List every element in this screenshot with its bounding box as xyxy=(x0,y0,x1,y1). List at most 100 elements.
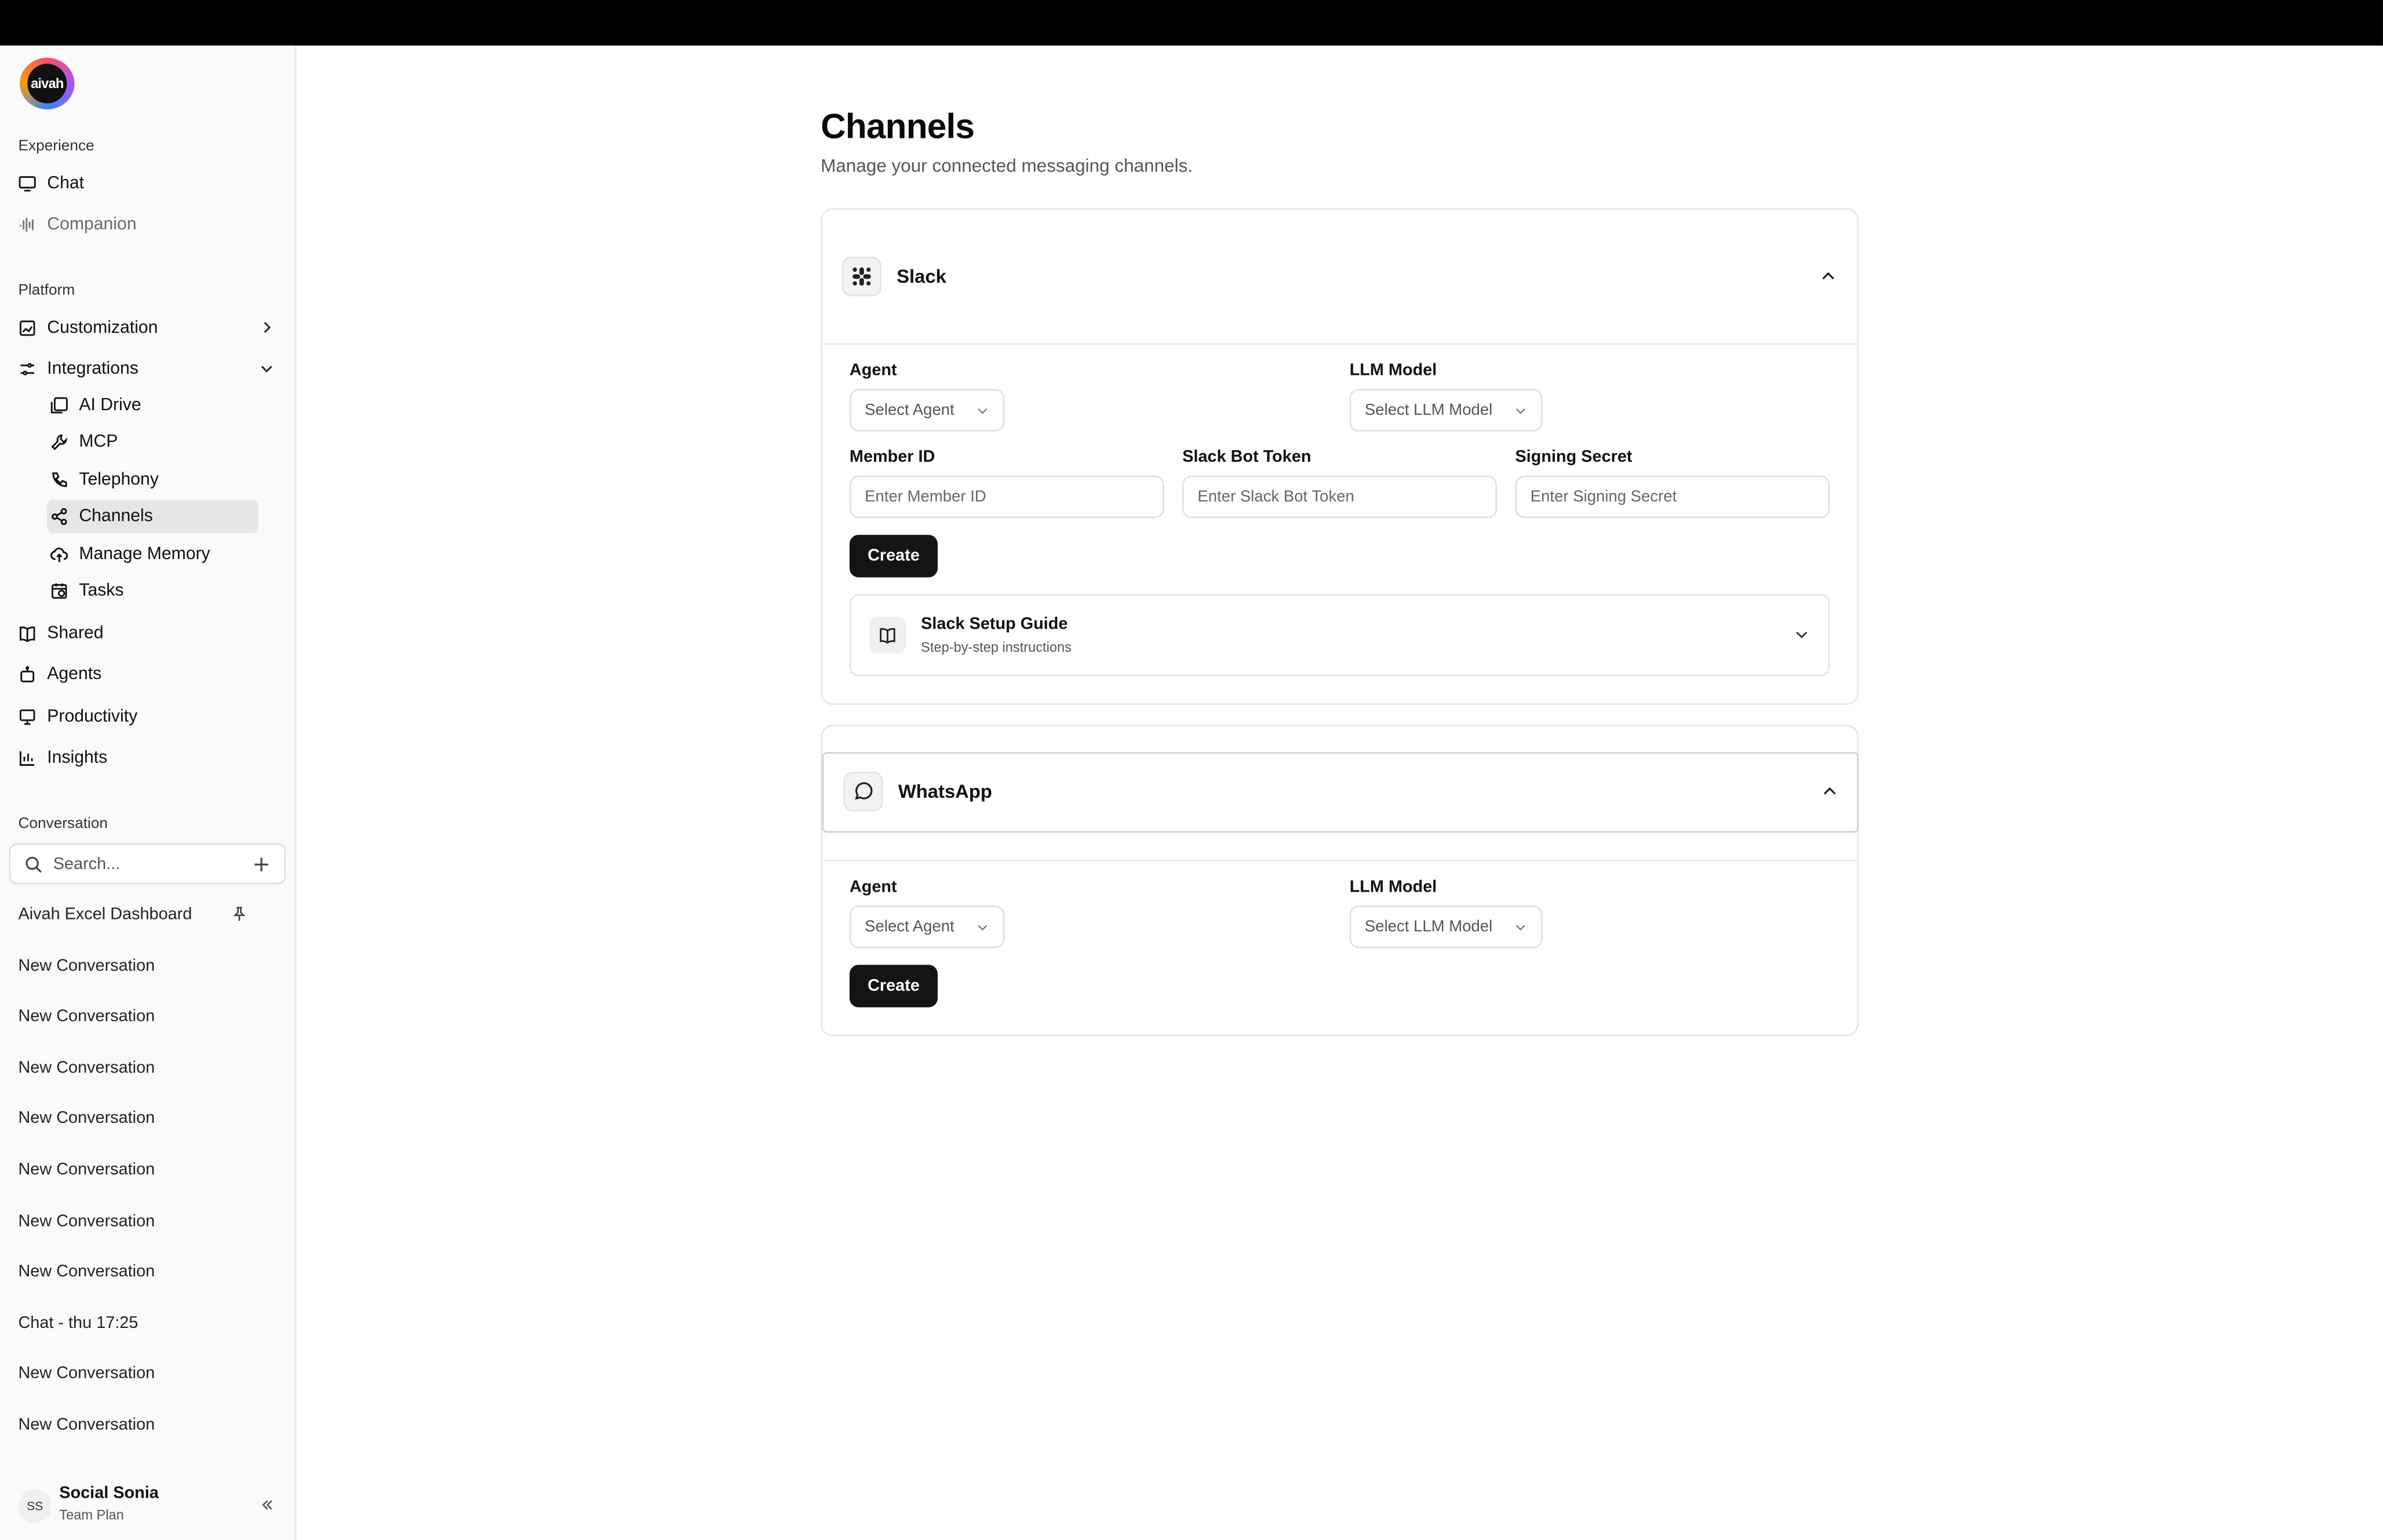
user-name: Social Sonia xyxy=(59,1484,159,1503)
sidebar-item-label: Integrations xyxy=(47,360,139,378)
member-id-label: Member ID xyxy=(849,448,935,467)
signing-secret-input[interactable]: Enter Signing Secret xyxy=(1515,475,1830,519)
phone-icon xyxy=(50,471,68,489)
conversation-item[interactable]: Chat - thu 17:25 xyxy=(18,1314,138,1332)
search-input[interactable]: Search... xyxy=(53,855,120,873)
window-top-bar xyxy=(0,0,2383,46)
message-circle-icon xyxy=(843,772,883,812)
llm-model-label: LLM Model xyxy=(1349,362,1437,380)
sidebar-item-label: Manage Memory xyxy=(79,545,210,564)
book-open-icon xyxy=(18,625,36,643)
conversation-item[interactable]: New Conversation xyxy=(18,957,155,975)
bar-chart-icon xyxy=(18,749,36,767)
audio-wave-icon xyxy=(18,216,36,233)
chevron-down-icon xyxy=(1515,408,1525,414)
chevron-down-icon xyxy=(978,925,988,931)
collapse-sidebar-icon[interactable] xyxy=(258,1497,275,1513)
conversation-item[interactable]: Aivah Excel Dashboard xyxy=(18,906,192,924)
sidebar-item-label: Tasks xyxy=(79,582,124,600)
chevron-up-icon[interactable] xyxy=(1819,268,1837,286)
new-conversation-icon[interactable] xyxy=(252,855,270,873)
guide-subtitle: Step-by-step instructions xyxy=(921,640,1072,655)
sidebar-item-tasks[interactable]: Tasks xyxy=(47,574,258,608)
sidebar-item-label: Productivity xyxy=(47,708,138,727)
slack-card: Slack Agent Select Agent LLM Model Selec… xyxy=(821,208,1859,705)
chevron-up-icon[interactable] xyxy=(1821,783,1839,801)
monitor-icon xyxy=(18,175,36,193)
sidebar-item-label: MCP xyxy=(79,433,118,451)
sidebar-item-agents[interactable]: Agents xyxy=(18,658,284,691)
images-icon xyxy=(50,396,68,414)
llm-model-select[interactable]: Select LLM Model xyxy=(1349,905,1543,948)
sidebar-item-channels[interactable]: Channels xyxy=(47,499,258,534)
avatar: SS xyxy=(18,1488,52,1523)
chevron-down-icon xyxy=(261,366,272,373)
sidebar-item-chat[interactable]: Chat xyxy=(18,167,284,200)
whatsapp-create-button[interactable]: Create xyxy=(849,965,938,1008)
sidebar-item-label: Agents xyxy=(47,665,102,684)
slack-card-header[interactable]: Slack xyxy=(822,210,1857,345)
conversation-item[interactable]: New Conversation xyxy=(18,1262,155,1280)
conversation-item[interactable]: New Conversation xyxy=(18,1364,155,1382)
sidebar-item-label: Chat xyxy=(47,174,85,194)
sidebar-item-customization[interactable]: Customization xyxy=(18,312,284,345)
conversation-item[interactable]: New Conversation xyxy=(18,1213,155,1231)
sidebar: aivah Experience Chat Companion Platform… xyxy=(0,45,297,1540)
bot-icon xyxy=(18,666,36,684)
sidebar-item-label: Channels xyxy=(79,507,153,526)
conversation-item[interactable]: New Conversation xyxy=(18,1416,155,1434)
user-profile[interactable]: SS Social Sonia Team Plan xyxy=(18,1481,284,1530)
user-plan: Team Plan xyxy=(59,1507,124,1523)
conversation-item[interactable]: New Conversation xyxy=(18,1161,155,1179)
chevron-right-icon xyxy=(264,322,271,333)
agent-label: Agent xyxy=(849,878,897,897)
pin-icon[interactable] xyxy=(231,906,248,922)
agent-select[interactable]: Select Agent xyxy=(849,389,1005,432)
cloud-upload-icon xyxy=(50,545,68,563)
sidebar-item-label: Telephony xyxy=(79,470,159,490)
sidebar-item-companion[interactable]: Companion xyxy=(18,208,284,242)
llm-select-value: Select LLM Model xyxy=(1364,401,1493,419)
chevron-down-icon[interactable] xyxy=(1793,626,1810,643)
sliders-icon xyxy=(18,360,36,378)
bot-token-input[interactable]: Enter Slack Bot Token xyxy=(1182,475,1497,519)
signing-secret-label: Signing Secret xyxy=(1515,448,1633,467)
agent-select[interactable]: Select Agent xyxy=(849,905,1005,948)
sidebar-item-label: Customization xyxy=(47,319,158,338)
sidebar-item-productivity[interactable]: Productivity xyxy=(18,700,284,734)
member-id-input[interactable]: Enter Member ID xyxy=(849,475,1164,519)
search-icon xyxy=(25,856,42,873)
chevron-down-icon xyxy=(1515,925,1525,931)
image-icon xyxy=(18,319,36,337)
conversation-item[interactable]: New Conversation xyxy=(18,1059,155,1077)
section-label-conversation: Conversation xyxy=(18,816,108,833)
sidebar-item-label: AI Drive xyxy=(79,396,141,415)
channel-name: Slack xyxy=(897,265,946,287)
sidebar-item-mcp[interactable]: MCP xyxy=(47,425,258,459)
agent-label: Agent xyxy=(849,362,897,380)
slack-create-button[interactable]: Create xyxy=(849,535,938,578)
sidebar-item-label: Insights xyxy=(47,749,108,768)
whatsapp-card-header[interactable]: WhatsApp xyxy=(822,752,1859,833)
divider xyxy=(822,860,1857,862)
chevron-down-icon xyxy=(978,408,988,414)
conversation-item[interactable]: New Conversation xyxy=(18,1109,155,1127)
sidebar-item-insights[interactable]: Insights xyxy=(18,742,284,775)
channel-name: WhatsApp xyxy=(898,780,992,802)
app-logo[interactable]: aivah xyxy=(20,57,75,110)
book-icon xyxy=(869,616,906,654)
conversation-search[interactable]: Search... xyxy=(9,843,286,885)
slack-setup-guide[interactable]: Slack Setup Guide Step-by-step instructi… xyxy=(849,594,1830,676)
conversation-item[interactable]: New Conversation xyxy=(18,1008,155,1026)
sidebar-item-shared[interactable]: Shared xyxy=(18,617,284,651)
sidebar-item-manage-memory[interactable]: Manage Memory xyxy=(47,538,258,571)
wrench-icon xyxy=(50,433,68,451)
sidebar-item-integrations[interactable]: Integrations xyxy=(18,352,284,386)
llm-model-select[interactable]: Select LLM Model xyxy=(1349,389,1543,432)
presentation-icon xyxy=(18,708,36,726)
whatsapp-card: WhatsApp Agent Select Agent LLM Model Se… xyxy=(821,724,1859,1037)
page-subtitle: Manage your connected messaging channels… xyxy=(821,155,1193,177)
sidebar-item-telephony[interactable]: Telephony xyxy=(47,464,258,497)
sidebar-item-ai-drive[interactable]: AI Drive xyxy=(47,389,258,422)
agent-select-value: Select Agent xyxy=(865,917,954,936)
